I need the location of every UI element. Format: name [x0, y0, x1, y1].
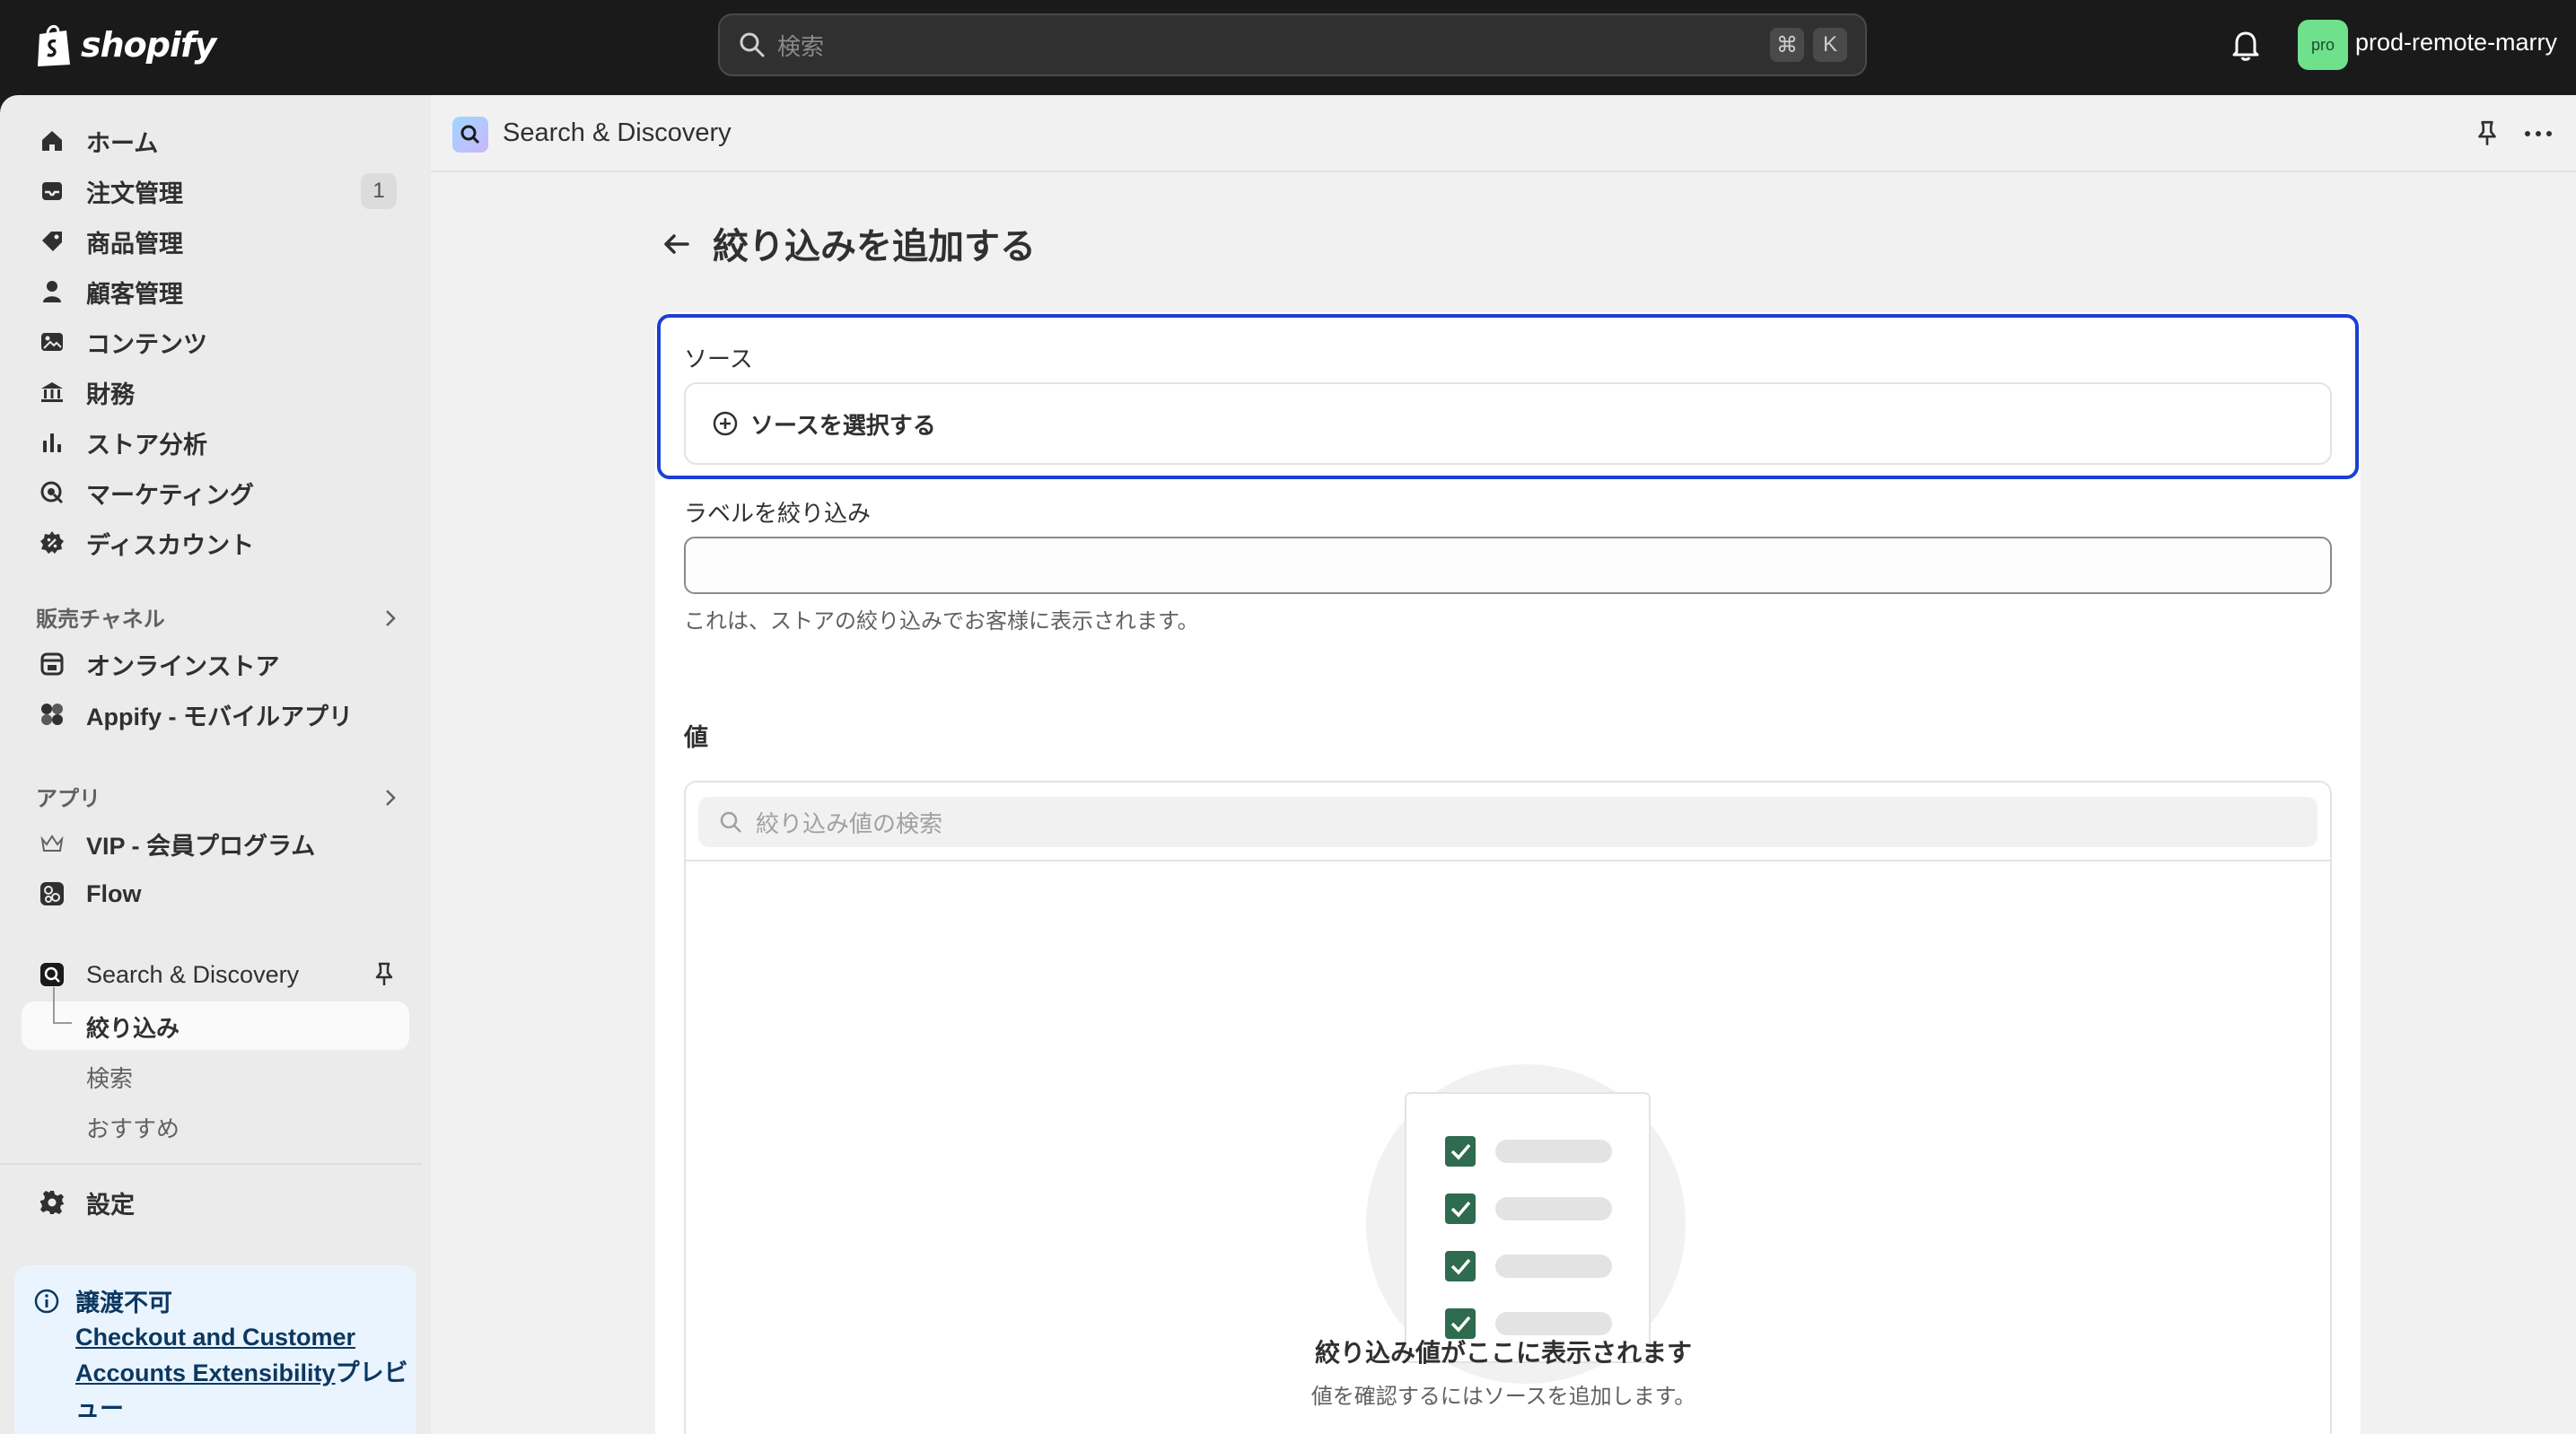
chevron-right-icon[interactable] — [379, 607, 402, 630]
info-icon — [34, 1289, 59, 1314]
sidebar-item-search-discovery[interactable]: Search & Discovery — [22, 951, 409, 998]
magnifier-icon — [460, 125, 480, 144]
page-title: 絞り込みを追加する — [713, 227, 1036, 267]
bank-icon — [36, 376, 68, 408]
store-icon — [36, 648, 68, 680]
home-icon — [36, 125, 68, 157]
sidebar-item-customers[interactable]: 顧客管理 — [22, 268, 409, 315]
sidebar-item-label: ストア分析 — [86, 431, 207, 459]
sidebar-item-analytics[interactable]: ストア分析 — [22, 419, 409, 466]
select-source-button[interactable]: ソースを選択する — [684, 382, 2332, 465]
sidebar-item-label: オンラインストア — [86, 652, 280, 680]
sidebar-item-home[interactable]: ホーム — [22, 118, 409, 164]
global-search-input[interactable]: 検索 ⌘ K — [718, 13, 1867, 76]
sidebar-item-label: ホーム — [86, 129, 159, 157]
sidebar-item-online-store[interactable]: オンラインストア — [22, 641, 409, 687]
pin-icon[interactable] — [370, 960, 399, 989]
flow-icon — [36, 878, 68, 910]
sidebar-subitem-filters[interactable]: 絞り込み — [86, 1010, 180, 1044]
chevron-right-icon[interactable] — [379, 786, 402, 809]
sidebar-item-content[interactable]: コンテンツ — [22, 319, 409, 365]
sidebar-item-label: 注文管理 — [86, 179, 183, 207]
sidebar-item-marketing[interactable]: マーケティング — [22, 469, 409, 516]
sidebar-subitem-recommendations[interactable]: おすすめ — [86, 1111, 180, 1144]
apps-heading[interactable]: アプリ — [36, 781, 101, 812]
sidebar-divider — [0, 1163, 422, 1165]
sidebar-item-label: 設定 — [86, 1191, 135, 1219]
orders-count-badge: 1 — [361, 173, 397, 209]
back-arrow-icon[interactable] — [659, 226, 695, 262]
crown-icon — [36, 827, 68, 860]
logo-text: shopify — [81, 25, 216, 65]
sidebar-item-label: Search & Discovery — [86, 960, 300, 988]
sidebar-item-label: コンテンツ — [86, 330, 207, 358]
sidebar-item-label: 顧客管理 — [86, 280, 183, 308]
shopify-logo[interactable]: shopify — [34, 20, 216, 70]
sidebar-item-orders[interactable]: 注文管理 1 — [22, 168, 409, 214]
app-icon — [36, 698, 68, 730]
notice-title: 譲渡不可 — [75, 1290, 172, 1316]
notice-body: Checkout and Customer Accounts Extensibi… — [75, 1319, 416, 1427]
avatar[interactable]: pro — [2298, 20, 2348, 70]
more-actions-icon[interactable] — [2522, 118, 2554, 149]
values-search-placeholder: 絞り込み値の検索 — [756, 809, 943, 837]
sidebar-item-settings[interactable]: 設定 — [22, 1179, 409, 1226]
filter-label-help-text: これは、ストアの絞り込みでお客様に表示されます。 — [684, 609, 1199, 634]
pin-icon[interactable] — [2472, 118, 2502, 149]
sidebar-item-finance[interactable]: 財務 — [22, 369, 409, 415]
bar-chart-icon — [36, 426, 68, 459]
sidebar-item-label: 商品管理 — [86, 230, 183, 258]
target-icon — [36, 477, 68, 509]
sales-channels-heading[interactable]: 販売チャネル — [36, 601, 165, 633]
sidebar-item-label: マーケティング — [86, 481, 254, 509]
search-discovery-app-icon — [452, 117, 488, 153]
tag-icon — [36, 225, 68, 258]
plus-circle-icon — [713, 411, 738, 436]
source-label: ソース — [684, 345, 753, 372]
image-icon — [36, 326, 68, 358]
person-icon — [36, 275, 68, 308]
select-source-label: ソースを選択する — [750, 411, 936, 439]
app-title: Search & Discovery — [503, 118, 732, 147]
app-title-bar: Search & Discovery — [431, 95, 2576, 172]
sidebar-subitem-search[interactable]: 検索 — [86, 1061, 133, 1094]
non-transferable-notice: 譲渡不可 Checkout and Customer Accounts Exte… — [14, 1265, 416, 1434]
sidebar-item-label: ディスカウント — [86, 531, 255, 559]
notice-link[interactable]: Checkout and Customer Accounts Extensibi… — [75, 1324, 355, 1386]
sidebar-item-label: Flow — [86, 879, 142, 907]
sidebar-item-label: VIP - 会員プログラム — [86, 832, 316, 860]
sidebar-item-discounts[interactable]: ディスカウント — [22, 520, 409, 566]
gear-icon — [36, 1186, 68, 1219]
inbox-icon — [36, 175, 68, 207]
sidebar-item-flow[interactable]: Flow — [22, 870, 409, 917]
top-bar: shopify 検索 ⌘ K pro prod-remote-marry — [0, 0, 2576, 95]
tree-connector — [53, 987, 72, 1024]
store-name[interactable]: prod-remote-marry — [2355, 29, 2557, 57]
values-card-title: 値 — [684, 724, 708, 751]
sidebar-item-vip[interactable]: VIP - 会員プログラム — [22, 820, 409, 867]
empty-state-title: 絞り込み値がここに表示されます — [1314, 1339, 1692, 1367]
values-search-input[interactable]: 絞り込み値の検索 — [698, 797, 2318, 847]
search-icon — [720, 811, 741, 833]
empty-state-subtitle: 値を確認するにはソースを追加します。 — [1310, 1385, 1696, 1409]
shortcut-k-key: K — [1813, 28, 1847, 62]
search-placeholder: 検索 — [777, 32, 825, 60]
filter-label-input[interactable] — [684, 537, 2332, 594]
sidebar-item-label: Appify - モバイルアプリ — [86, 703, 353, 730]
notification-bell-icon[interactable] — [2228, 27, 2264, 63]
shortcut-cmd-key: ⌘ — [1770, 28, 1804, 62]
discount-icon — [36, 527, 68, 559]
filter-label-label: ラベルを絞り込み — [684, 500, 872, 527]
main-content: Search & Discovery 絞り込みを追加する ソース ソースを選択す… — [431, 95, 2576, 1434]
shopify-bag-icon — [38, 25, 70, 66]
sidebar-item-label: 財務 — [86, 380, 135, 408]
search-icon — [740, 32, 765, 57]
search-discovery-icon — [36, 958, 68, 991]
sidebar-item-products[interactable]: 商品管理 — [22, 218, 409, 265]
sidebar-item-appify[interactable]: Appify - モバイルアプリ — [22, 691, 409, 738]
sidebar-subitem-active-bg — [22, 1001, 409, 1050]
